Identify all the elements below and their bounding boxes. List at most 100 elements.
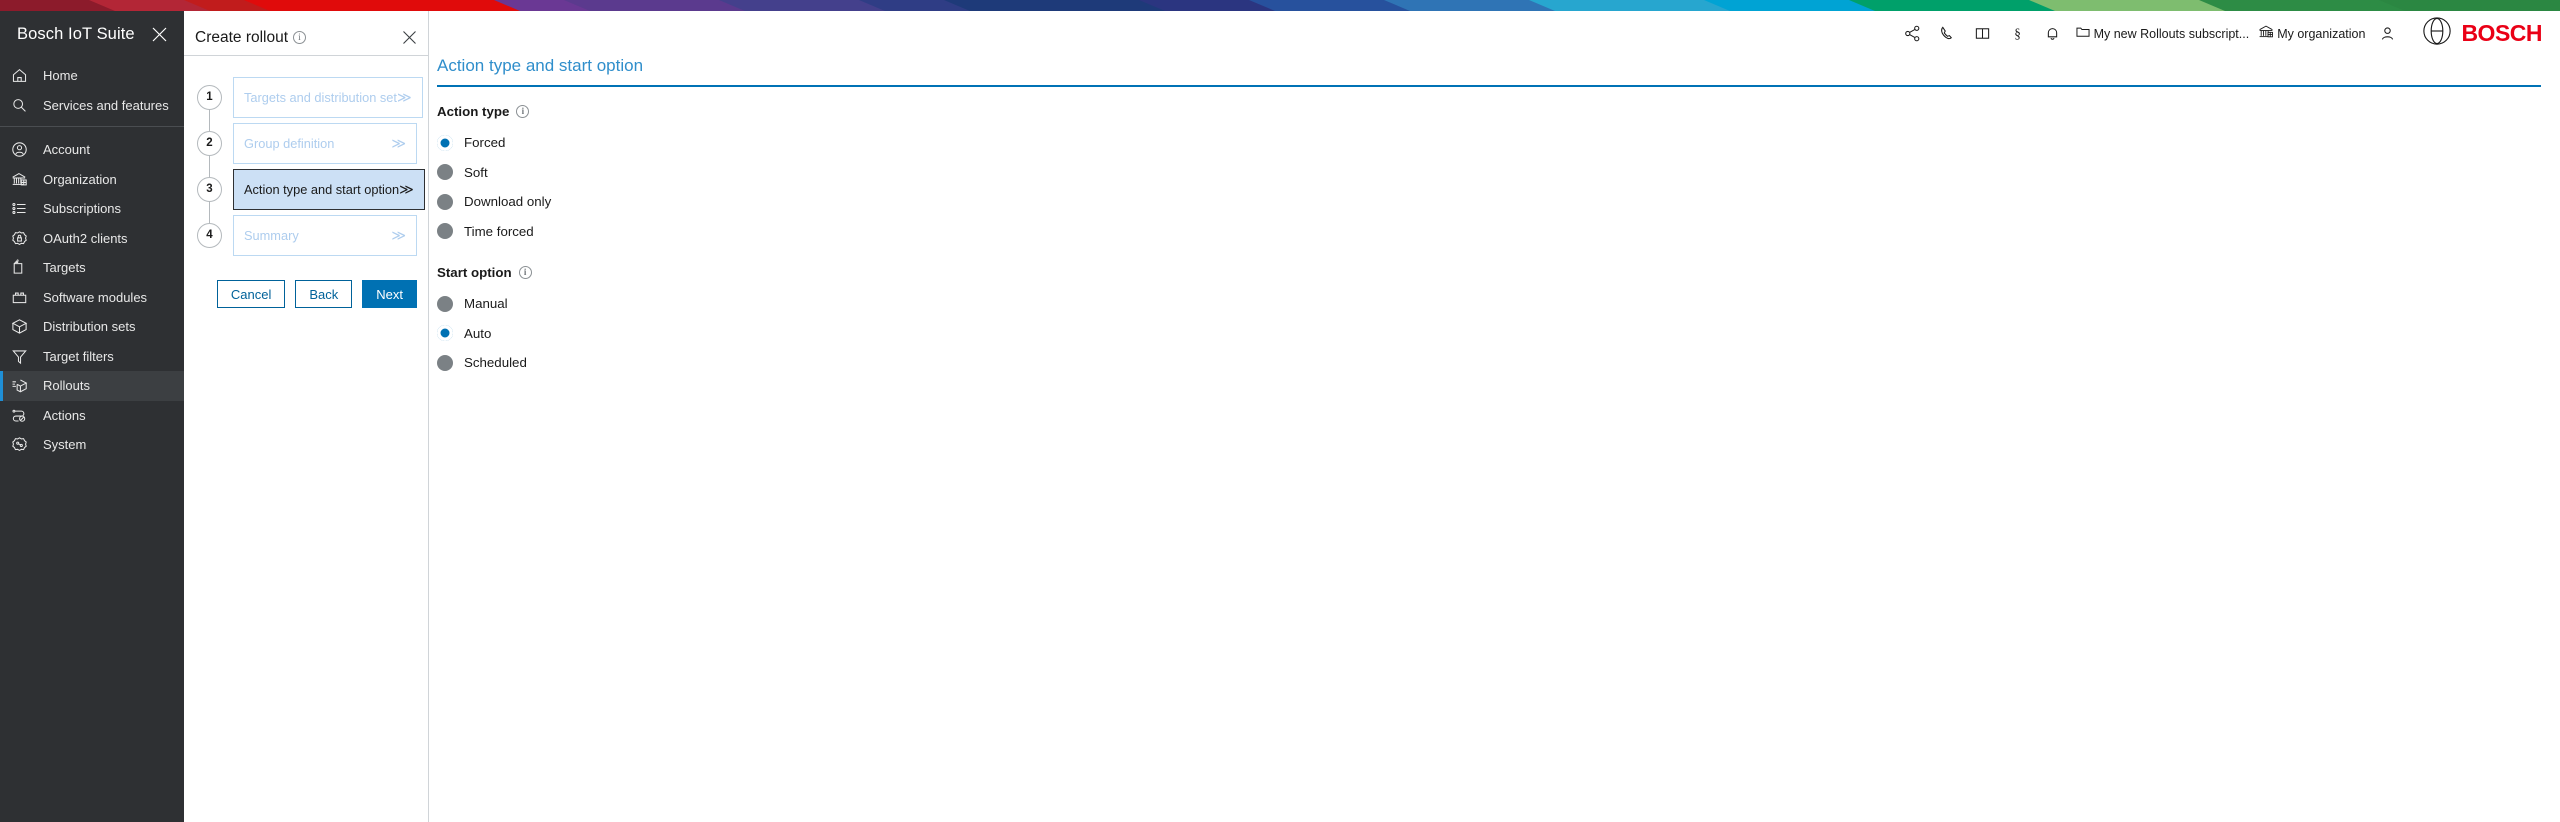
step-number: 3	[197, 177, 222, 202]
sidebar-item-targets[interactable]: Targets	[0, 253, 184, 283]
step-number: 1	[197, 85, 222, 110]
sidebar-item-subscriptions[interactable]: Subscriptions	[0, 194, 184, 224]
sidebar-title: Bosch IoT Suite	[17, 25, 135, 44]
sidebar-item-home[interactable]: Home	[0, 61, 184, 91]
software-modules-icon	[11, 287, 35, 307]
radio-unselected-icon[interactable]	[437, 223, 453, 239]
sidebar-item-target-filters[interactable]: Target filters	[0, 342, 184, 372]
sidebar-item-label: Subscriptions	[43, 202, 121, 215]
organization-icon	[2258, 24, 2274, 43]
sidebar-header: Bosch IoT Suite	[0, 11, 184, 58]
field-label-action-type: Action type i	[437, 104, 2560, 119]
sidebar-divider	[0, 126, 184, 127]
sidebar-nav: Home Services and features AccountOrganiza…	[0, 58, 184, 460]
cancel-button[interactable]: Cancel	[217, 280, 285, 308]
radio-option-scheduled[interactable]: Scheduled	[437, 348, 2560, 378]
bell-icon[interactable]	[2040, 21, 2066, 47]
radio-selected-icon[interactable]	[437, 325, 453, 341]
sidebar-item-rollouts[interactable]: Rollouts	[0, 371, 184, 401]
sidebar-item-actions[interactable]: Actions	[0, 401, 184, 431]
radio-label: Scheduled	[464, 355, 527, 370]
radio-option-auto[interactable]: Auto	[437, 319, 2560, 349]
subscription-selector[interactable]: My new Rollouts subscript...	[2075, 24, 2250, 43]
step-box[interactable]: Summary≫	[233, 215, 417, 256]
rollouts-icon	[11, 376, 35, 396]
sidebar-item-account[interactable]: Account	[0, 135, 184, 165]
search-icon	[11, 95, 35, 115]
field-label-text: Action type	[437, 104, 509, 119]
sidebar-item-services-and-features[interactable]: Services and features	[0, 91, 184, 121]
organization-selector[interactable]: My organization	[2258, 24, 2365, 43]
wizard-step-4[interactable]: 4 Summary≫	[197, 212, 417, 258]
info-icon[interactable]: i	[519, 266, 532, 279]
next-button[interactable]: Next	[362, 280, 417, 308]
phone-icon[interactable]	[1935, 21, 1961, 47]
step-connector	[209, 201, 210, 223]
sidebar-item-organization[interactable]: Organization	[0, 165, 184, 195]
sidebar-item-software-modules[interactable]: Software modules	[0, 283, 184, 313]
organization-label: My organization	[2277, 27, 2365, 41]
wizard-step-2[interactable]: 2Group definition≫	[197, 120, 417, 166]
close-icon[interactable]	[148, 24, 170, 46]
wizard-step-3[interactable]: 3Action type and start option≫	[197, 166, 417, 212]
sidebar-item-distribution-sets[interactable]: Distribution sets	[0, 312, 184, 342]
legal-section-icon[interactable]: §	[2005, 21, 2031, 47]
wizard-step-1[interactable]: 1Targets and distribution set≫	[197, 74, 417, 120]
targets-icon	[11, 258, 35, 278]
sidebar-item-label: Distribution sets	[43, 320, 135, 333]
sidebar-item-oauth2-clients[interactable]: OAuth2 clients	[0, 224, 184, 254]
radio-option-forced[interactable]: Forced	[437, 128, 2560, 158]
radio-group: Forced Soft Download only Time forced	[437, 128, 2560, 246]
user-icon[interactable]	[2374, 21, 2400, 47]
radio-unselected-icon[interactable]	[437, 194, 453, 210]
sidebar-group: AccountOrganization Subscriptions OAuth2 c…	[0, 132, 184, 460]
radio-label: Manual	[464, 296, 508, 311]
radio-option-download-only[interactable]: Download only	[437, 187, 2560, 217]
radio-option-soft[interactable]: Soft	[437, 158, 2560, 188]
sidebar-item-label: Targets	[43, 261, 86, 274]
back-button[interactable]: Back	[295, 280, 352, 308]
bosch-supergraphic	[0, 0, 2560, 11]
sidebar-item-label: Rollouts	[43, 379, 90, 392]
radio-label: Time forced	[464, 224, 534, 239]
bosch-wordmark: BOSCH	[2461, 20, 2542, 47]
step-box[interactable]: Action type and start option≫	[233, 169, 425, 210]
radio-selected-icon[interactable]	[437, 135, 453, 151]
radio-label: Soft	[464, 165, 488, 180]
step-box[interactable]: Targets and distribution set≫	[233, 77, 423, 118]
close-icon[interactable]	[402, 30, 417, 45]
chevron-right-icon: ≫	[391, 136, 406, 150]
radio-label: Forced	[464, 135, 505, 150]
content-header: Action type and start option	[437, 56, 2541, 87]
layout-columns-icon[interactable]	[1970, 21, 1996, 47]
sidebar-item-label: OAuth2 clients	[43, 232, 128, 245]
bosch-logo: BOSCH	[2422, 16, 2542, 51]
step-label: Summary	[244, 228, 299, 243]
step-label: Group definition	[244, 136, 334, 151]
share-icon[interactable]	[1900, 21, 1926, 47]
radio-group: Manual Auto Scheduled	[437, 289, 2560, 378]
radio-option-manual[interactable]: Manual	[437, 289, 2560, 319]
organization-icon	[11, 169, 35, 189]
sidebar-item-label: System	[43, 438, 86, 451]
radio-unselected-icon[interactable]	[437, 296, 453, 312]
wizard-steps: 1Targets and distribution set≫2Group def…	[184, 56, 428, 258]
step-box[interactable]: Group definition ≫	[233, 123, 417, 164]
top-bar: § My new Rollouts subscript...	[429, 11, 2560, 56]
radio-unselected-icon[interactable]	[437, 355, 453, 371]
sidebar-item-system[interactable]: System	[0, 430, 184, 460]
step-label: Action type and start option	[244, 182, 399, 197]
radio-unselected-icon[interactable]	[437, 164, 453, 180]
wizard-actions: Cancel Back Next	[184, 258, 428, 308]
sidebar-item-label: Services and features	[43, 99, 169, 112]
field-label-text: Start option	[437, 265, 512, 280]
info-icon[interactable]: i	[293, 31, 306, 44]
step-number: 4	[197, 223, 222, 248]
info-icon[interactable]: i	[516, 105, 529, 118]
wizard-title: Create rollout	[195, 29, 288, 47]
radio-option-time-forced[interactable]: Time forced	[437, 217, 2560, 247]
radio-label: Auto	[464, 326, 491, 341]
system-icon	[11, 435, 35, 455]
account-icon	[11, 140, 35, 160]
wizard-header: Create rollout i	[184, 20, 428, 56]
